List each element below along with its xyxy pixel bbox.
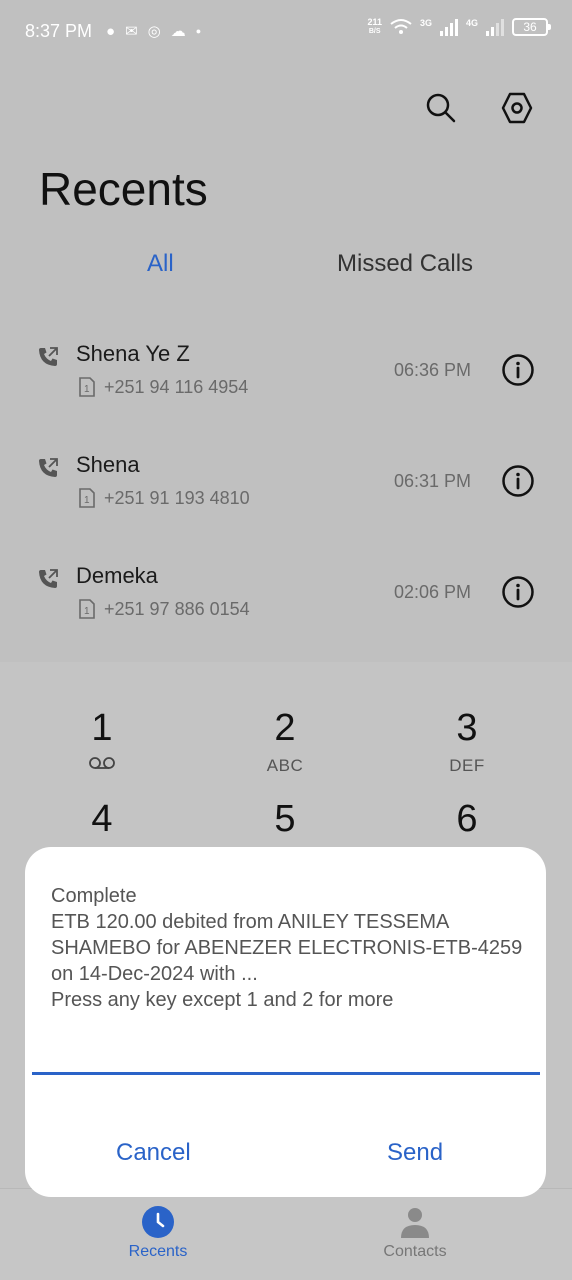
contact-name: Shena Ye Z [76, 341, 190, 366]
status-right: 211 B/S 3G 4G 36 [367, 17, 551, 36]
contact-name: Demeka [76, 563, 158, 588]
sim-card-icon: 1 [79, 599, 95, 619]
network-label-1: 3G [419, 18, 432, 28]
settings-button[interactable] [497, 88, 537, 128]
signal-bars-2-icon [486, 18, 504, 36]
phone-number: +251 91 193 4810 [104, 488, 250, 508]
gear-icon [501, 92, 533, 124]
keypad-key-4[interactable]: 4 [42, 799, 162, 839]
svg-text:1: 1 [84, 384, 90, 395]
cancel-button[interactable]: Cancel [116, 1139, 191, 1167]
chat-bubble-icon: ● [106, 22, 116, 40]
sim-card-icon: 1 [79, 488, 95, 508]
outgoing-call-icon [39, 458, 58, 477]
info-icon[interactable] [501, 464, 535, 498]
battery-icon: 36 [512, 18, 551, 36]
svg-text:1: 1 [84, 495, 90, 506]
ussd-dialog: Complete ETB 120.00 debited from ANILEY … [25, 847, 546, 1197]
contact-name: Shena [76, 452, 140, 477]
search-icon [426, 93, 456, 123]
call-time: 06:31 PM [394, 471, 472, 491]
voicemail-icon [89, 757, 115, 769]
call-time: 06:36 PM [394, 360, 472, 380]
status-bar: 8:37 PM ● ✉ ◎ ☁ ● 211 B/S 3G 4G 36 [0, 0, 572, 64]
wifi-icon [390, 19, 412, 34]
search-button[interactable] [421, 88, 461, 128]
keypad-key-2[interactable]: 2 ABC [225, 708, 345, 776]
outgoing-call-icon [39, 569, 58, 588]
info-icon[interactable] [501, 575, 535, 609]
outgoing-call-icon [39, 347, 58, 366]
person-icon [401, 1208, 429, 1238]
svg-text:1: 1 [84, 606, 90, 617]
page-title: Recents [39, 163, 208, 215]
keypad-key-6[interactable]: 6 [407, 799, 527, 839]
sim-card-icon: 1 [79, 377, 95, 397]
call-log-item[interactable]: Shena Ye Z 1 +251 94 116 4954 06:36 PM [0, 341, 572, 445]
phone-number: +251 94 116 4954 [104, 377, 249, 397]
notification-icons: ● ✉ ◎ ☁ ● [106, 22, 202, 41]
phone-number: +251 97 886 0154 [104, 599, 250, 619]
call-log-item[interactable]: Demeka 1 +251 97 886 0154 02:06 PM [0, 563, 572, 667]
keypad-key-3[interactable]: 3 DEF [407, 708, 527, 776]
keypad-key-1[interactable]: 1 [42, 708, 162, 775]
info-icon[interactable] [501, 353, 535, 387]
status-time: 8:37 PM [25, 21, 93, 41]
chat-icon: ✉ [125, 23, 138, 40]
network-label-2: 4G [465, 18, 478, 28]
tab-all[interactable]: All [147, 250, 174, 278]
net-speed: 211 B/S [367, 17, 382, 36]
instagram-icon: ◎ [147, 23, 161, 40]
clock-icon [142, 1206, 174, 1238]
nav-contacts[interactable]: Contacts [345, 1205, 485, 1261]
cloud-icon: ☁ [170, 23, 186, 40]
ussd-reply-input[interactable] [32, 1047, 540, 1075]
ussd-message: Complete ETB 120.00 debited from ANILEY … [51, 885, 523, 1011]
keypad-key-5[interactable]: 5 [225, 799, 345, 839]
send-button[interactable]: Send [387, 1139, 443, 1167]
call-log-item[interactable]: Shena 1 +251 91 193 4810 06:31 PM [0, 452, 572, 556]
tab-missed-calls[interactable]: Missed Calls [337, 250, 473, 278]
bottom-navigation: Recents Contacts [0, 1188, 572, 1280]
call-time: 02:06 PM [394, 582, 472, 602]
nav-recents[interactable]: Recents [88, 1205, 228, 1261]
dot-icon: ● [195, 26, 202, 36]
signal-bars-1-icon [439, 18, 458, 36]
